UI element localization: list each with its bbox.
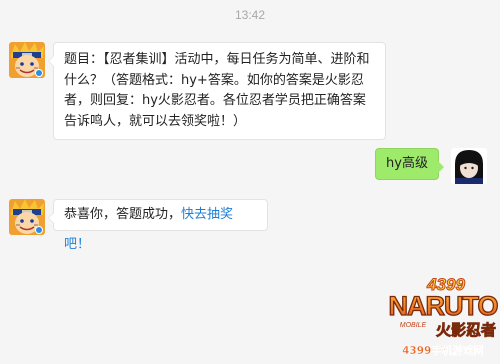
- logo-subtitle: 4399手机游戏网: [402, 344, 484, 357]
- logo-mobile: MOBILE: [400, 322, 427, 329]
- user-avatar[interactable]: [451, 148, 487, 184]
- user-message-text: hy高级: [386, 156, 428, 171]
- logo-brand: NARUTO: [388, 291, 497, 321]
- bot-message-question: 题目：【忍者集训】活动中，每日任务为简单、进阶和什么？（答题格式：hy+答案。如…: [48, 42, 386, 140]
- bot-message-success: 恭喜你，答题成功，快去抽奖吧！: [48, 199, 268, 252]
- naruto-4399-logo: 4399 NARUTO MOBILE 火影忍者 4399手机游戏网: [388, 272, 499, 360]
- bot-avatar[interactable]: [9, 199, 45, 235]
- bot-message-text: 题目：【忍者集训】活动中，每日任务为简单、进阶和什么？（答题格式：hy+答案。如…: [64, 52, 370, 129]
- success-text: 恭喜你，答题成功，: [64, 207, 182, 222]
- bot-avatar[interactable]: [9, 42, 45, 78]
- logo-chinese: 火影忍者: [436, 321, 496, 339]
- chat-timestamp: 13:42: [234, 8, 266, 22]
- user-message-answer: hy高级: [375, 148, 444, 180]
